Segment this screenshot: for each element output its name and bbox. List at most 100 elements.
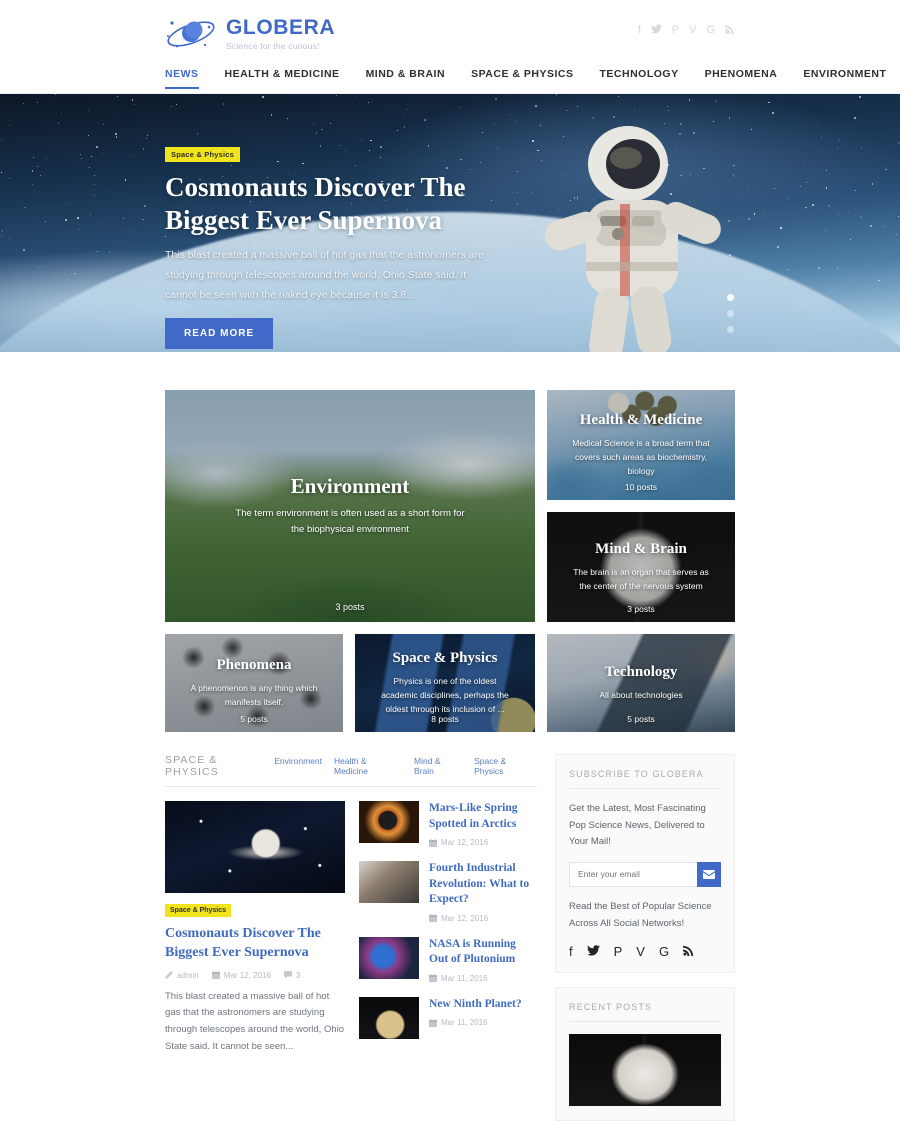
- category-description: Physics is one of the oldest academic di…: [381, 675, 509, 714]
- subscribe-widget-title: SUBSCRIBE TO GLOBERA: [569, 769, 721, 789]
- tab-mind-brain[interactable]: Mind & Brain: [414, 756, 462, 776]
- category-title: Space & Physics: [392, 649, 498, 666]
- category-card-environment[interactable]: Environment The term environment is ofte…: [165, 390, 535, 622]
- post-thumbnail[interactable]: [359, 801, 419, 843]
- featured-article-image[interactable]: [165, 801, 345, 893]
- featured-article-excerpt: This blast created a massive ball of hot…: [165, 990, 345, 1052]
- post-thumbnail[interactable]: [359, 996, 419, 1039]
- category-card-phenomena[interactable]: Phenomena A phenomenon is any thing whic…: [165, 634, 343, 732]
- googleplus-icon[interactable]: G: [706, 25, 715, 36]
- sidebar: SUBSCRIBE TO GLOBERA Get the Latest, Mos…: [555, 754, 735, 1121]
- calendar-icon: [429, 974, 437, 983]
- post-title[interactable]: Mars-Like Spring Spotted in Arctics: [429, 801, 537, 832]
- facebook-icon[interactable]: f: [569, 945, 573, 958]
- list-item[interactable]: Mars-Like Spring Spotted in Arctics Mar …: [359, 801, 537, 847]
- category-card-health-medicine[interactable]: Health & Medicine Medical Science is a b…: [547, 390, 735, 500]
- calendar-icon: [211, 971, 220, 980]
- email-input[interactable]: [569, 861, 697, 887]
- hero-content: Space & Physics Cosmonauts Discover The …: [165, 144, 495, 349]
- post-title[interactable]: NASA is Running Out of Plutonium: [429, 937, 537, 968]
- slider-dot-3[interactable]: [727, 326, 734, 333]
- category-post-count: 10 posts: [624, 482, 658, 492]
- post-title[interactable]: New Ninth Planet?: [429, 997, 522, 1013]
- header-social-links: f P V G: [638, 24, 735, 37]
- page-root: GLOBERA Science for the curious! f P V G…: [0, 0, 900, 1121]
- calendar-icon: [429, 1018, 437, 1027]
- category-description: A phenomenon is any thing which manifest…: [190, 682, 318, 707]
- featured-article-meta: admin Mar 12, 2016 3: [165, 971, 345, 980]
- nav-item-mind-brain[interactable]: MIND & BRAIN: [366, 68, 446, 89]
- tab-environment[interactable]: Environment: [274, 756, 322, 776]
- tab-space-physics[interactable]: Space & Physics: [474, 756, 537, 776]
- category-description: Medical Science is a broad term that cov…: [572, 437, 710, 476]
- hero-title: Cosmonauts Discover The Biggest Ever Sup…: [165, 172, 466, 235]
- post-date: Mar 12, 2016: [429, 838, 537, 847]
- nav-item-technology[interactable]: TECHNOLOGY: [599, 68, 678, 89]
- twitter-icon[interactable]: [586, 944, 600, 958]
- nav-item-news[interactable]: NEWS: [165, 68, 199, 89]
- slider-dot-1[interactable]: [727, 294, 734, 301]
- post-date: Mar 11, 2016: [429, 974, 537, 983]
- main-column: SPACE & PHYSICS Environment Health & Med…: [165, 754, 537, 1121]
- category-title: Mind & Brain: [595, 540, 687, 557]
- section-title: SPACE & PHYSICS: [165, 754, 219, 778]
- featured-category-badge[interactable]: Space & Physics: [165, 904, 232, 917]
- tab-health-medicine[interactable]: Health & Medicine: [334, 756, 402, 776]
- subscribe-submit-button[interactable]: [697, 861, 721, 887]
- nav-item-space-physics[interactable]: SPACE & PHYSICS: [471, 68, 573, 89]
- section-tabs: Environment Health & Medicine Mind & Bra…: [274, 756, 537, 776]
- recent-posts-widget: RECENT POSTS: [555, 987, 735, 1121]
- rss-icon[interactable]: [725, 24, 735, 37]
- recent-posts-title: RECENT POSTS: [569, 1002, 721, 1023]
- list-item[interactable]: NASA is Running Out of Plutonium Mar 11,…: [359, 936, 537, 983]
- category-card-space-physics[interactable]: Space & Physics Physics is one of the ol…: [355, 634, 535, 732]
- comment-icon: [283, 971, 292, 979]
- category-title: Health & Medicine: [579, 411, 703, 428]
- post-thumbnail[interactable]: [359, 861, 419, 904]
- category-title: Technology: [604, 663, 678, 680]
- site-header: GLOBERA Science for the curious! f P V G: [0, 0, 900, 68]
- category-card-mind-brain[interactable]: Mind & Brain The brain is an organ that …: [547, 512, 735, 622]
- recent-post-thumbnail[interactable]: [569, 1034, 721, 1107]
- sidebar-social-links: f P V G: [569, 944, 721, 958]
- section-header: SPACE & PHYSICS Environment Health & Med…: [165, 754, 537, 787]
- pinterest-icon[interactable]: P: [672, 25, 679, 36]
- category-card-technology[interactable]: Technology All about technologies 5 post…: [547, 634, 735, 732]
- nav-item-health-medicine[interactable]: HEALTH & MEDICINE: [225, 68, 340, 89]
- hero-slider-dots: [727, 294, 734, 333]
- pencil-icon: [165, 971, 173, 980]
- vimeo-icon[interactable]: V: [689, 25, 696, 36]
- category-title: Environment: [290, 474, 410, 499]
- category-title: Phenomena: [216, 656, 292, 673]
- category-grid: Environment The term environment is ofte…: [0, 352, 900, 732]
- featured-article: Space & Physics Cosmonauts Discover The …: [165, 801, 345, 1055]
- featured-article-title[interactable]: Cosmonauts Discover The Biggest Ever Sup…: [165, 925, 345, 963]
- read-more-button[interactable]: READ MORE: [165, 317, 274, 349]
- category-post-count: 8 posts: [431, 714, 459, 724]
- googleplus-icon[interactable]: G: [659, 945, 669, 958]
- nav-item-phenomena[interactable]: PHENOMENA: [705, 68, 778, 89]
- nav-item-environment[interactable]: ENVIRONMENT: [803, 68, 886, 89]
- comments-meta: 3: [283, 971, 300, 980]
- post-date: Mar 12, 2016: [429, 914, 537, 923]
- list-item[interactable]: New Ninth Planet? Mar 11, 2016: [359, 996, 537, 1039]
- post-thumbnail[interactable]: [359, 936, 419, 979]
- hero-category-badge[interactable]: Space & Physics: [165, 147, 241, 162]
- date-meta: Mar 12, 2016: [211, 971, 271, 980]
- rss-icon[interactable]: [683, 944, 695, 958]
- list-item[interactable]: Fourth Industrial Revolution: What to Ex…: [359, 861, 537, 923]
- slider-dot-2[interactable]: [727, 310, 734, 317]
- subscribe-widget-text: Get the Latest, Most Fascinating Pop Sci…: [569, 803, 706, 848]
- category-post-count: 3 posts: [627, 604, 655, 614]
- post-title[interactable]: Fourth Industrial Revolution: What to Ex…: [429, 861, 537, 908]
- category-post-count: 3 posts: [335, 602, 365, 612]
- pinterest-icon[interactable]: P: [614, 945, 623, 958]
- lower-content: SPACE & PHYSICS Environment Health & Med…: [0, 732, 900, 1121]
- category-description: The brain is an organ that serves as the…: [573, 566, 709, 591]
- main-navigation: NEWS HEALTH & MEDICINE MIND & BRAIN SPAC…: [0, 68, 900, 94]
- twitter-icon[interactable]: [650, 24, 662, 37]
- vimeo-icon[interactable]: V: [636, 945, 645, 958]
- envelope-icon: [703, 869, 715, 879]
- site-logo[interactable]: GLOBERA Science for the curious!: [165, 14, 335, 54]
- facebook-icon[interactable]: f: [638, 25, 641, 36]
